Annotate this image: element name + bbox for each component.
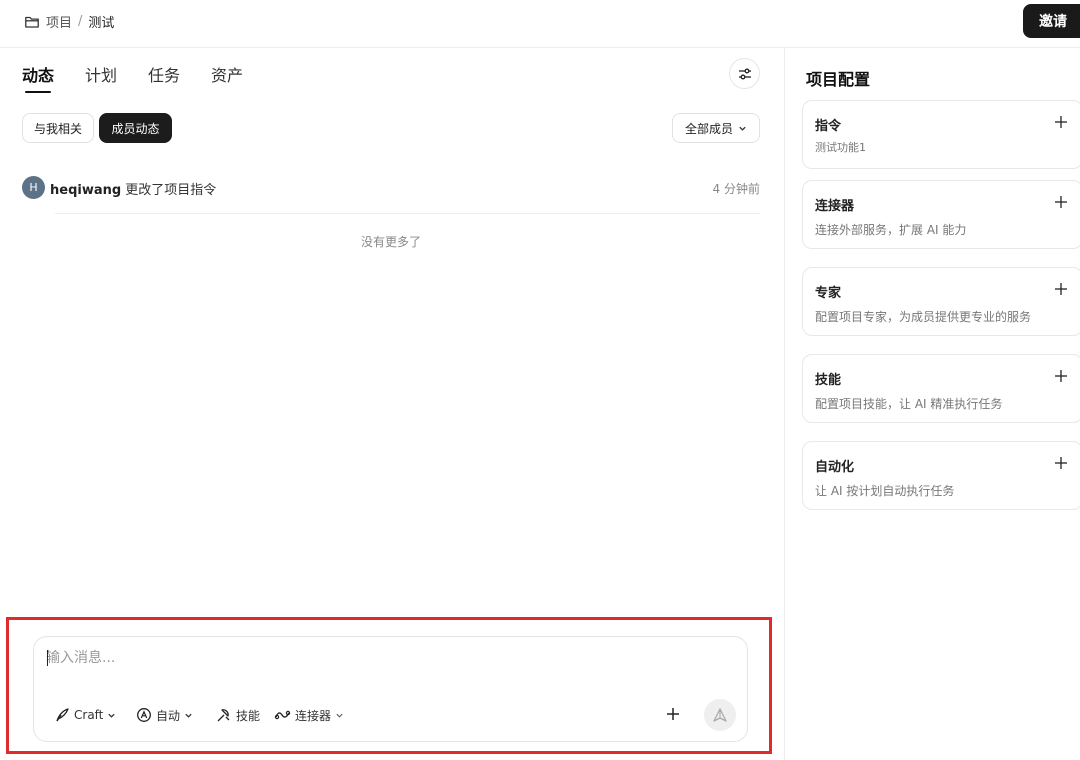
plus-icon[interactable] bbox=[1054, 282, 1068, 296]
card-title: 技能 bbox=[815, 373, 842, 388]
plus-icon[interactable] bbox=[1054, 115, 1068, 129]
tab-assets[interactable]: 资产 bbox=[211, 62, 243, 88]
members-dropdown-label: 全部成员 bbox=[684, 121, 733, 136]
filter-settings-button[interactable] bbox=[729, 58, 760, 89]
card-desc: 连接外部服务，扩展 AI 能力 bbox=[815, 223, 967, 237]
card-desc: 配置项目专家，为成员提供更专业的服务 bbox=[815, 310, 1032, 324]
activity-divider bbox=[55, 213, 760, 214]
top-bar: 项目 / 测试 邀请 bbox=[0, 0, 1080, 48]
connector-selector[interactable]: 连接器 bbox=[274, 706, 344, 724]
activity-text: heqiwang 更改了项目指令 bbox=[50, 179, 216, 198]
config-card-instructions[interactable]: 指令 测试功能1 bbox=[802, 100, 1080, 169]
craft-mode-selector[interactable]: Craft bbox=[54, 706, 116, 724]
breadcrumb-current: 测试 bbox=[88, 16, 115, 31]
card-title: 指令 bbox=[815, 119, 842, 134]
panel-title: 项目配置 bbox=[806, 70, 871, 89]
skill-icon bbox=[217, 709, 230, 722]
message-input[interactable] bbox=[46, 647, 726, 669]
skills-label: 技能 bbox=[236, 708, 261, 723]
filter-related-to-me[interactable]: 与我相关 bbox=[22, 113, 94, 143]
invite-button[interactable]: 邀请 bbox=[1023, 4, 1080, 38]
config-card-experts[interactable]: 专家 配置项目专家，为成员提供更专业的服务 bbox=[802, 267, 1080, 336]
connector-icon bbox=[274, 710, 291, 720]
plus-icon[interactable] bbox=[1054, 369, 1068, 383]
config-card-automation[interactable]: 自动化 让 AI 按计划自动执行任务 bbox=[802, 441, 1080, 510]
activity-time: 4 分钟前 bbox=[712, 182, 760, 196]
config-card-skills[interactable]: 技能 配置项目技能，让 AI 精准执行任务 bbox=[802, 354, 1080, 423]
tab-plan[interactable]: 计划 bbox=[85, 62, 117, 88]
send-button[interactable] bbox=[704, 699, 736, 731]
auto-mode-selector[interactable]: 自动 bbox=[136, 706, 193, 724]
activity-action: 更改了项目指令 bbox=[125, 183, 217, 198]
no-more-text: 没有更多了 bbox=[360, 235, 421, 249]
auto-label: 自动 bbox=[156, 708, 181, 723]
card-title: 连接器 bbox=[815, 199, 855, 214]
activity-item: H heqiwang 更改了项目指令 4 分钟前 bbox=[22, 176, 760, 200]
plus-icon bbox=[667, 708, 679, 720]
plus-icon[interactable] bbox=[1054, 195, 1068, 209]
filter-member-activity[interactable]: 成员动态 bbox=[99, 113, 172, 143]
breadcrumb-separator: / bbox=[78, 14, 83, 29]
activity-user: heqiwang bbox=[50, 183, 122, 198]
breadcrumb: 项目 / 测试 bbox=[24, 12, 114, 31]
activity-tabs: 动态 计划 任务 资产 bbox=[22, 62, 274, 93]
tab-activity[interactable]: 动态 bbox=[22, 62, 54, 93]
chevron-down-icon bbox=[108, 713, 116, 718]
message-composer: Craft 自动 技能 连接器 bbox=[33, 636, 748, 742]
send-icon bbox=[713, 708, 727, 722]
folder-icon bbox=[25, 16, 39, 28]
avatar: H bbox=[22, 176, 45, 199]
project-config-panel: 项目配置 指令 测试功能1 连接器 连接外部服务，扩展 AI 能力 专家 配置项… bbox=[784, 48, 1080, 760]
card-title: 自动化 bbox=[815, 460, 855, 475]
craft-icon bbox=[56, 708, 69, 722]
skills-button[interactable]: 技能 bbox=[216, 706, 260, 724]
craft-label: Craft bbox=[74, 708, 104, 722]
chevron-down-icon bbox=[185, 713, 192, 718]
breadcrumb-project[interactable]: 项目 bbox=[46, 12, 72, 31]
add-attachment-button[interactable] bbox=[662, 703, 684, 725]
connector-label: 连接器 bbox=[295, 708, 332, 723]
card-title: 专家 bbox=[815, 286, 842, 301]
auto-icon bbox=[137, 708, 151, 722]
sliders-icon bbox=[738, 68, 751, 79]
tab-tasks[interactable]: 任务 bbox=[148, 62, 180, 88]
chevron-down-icon bbox=[739, 126, 746, 131]
text-caret bbox=[47, 650, 48, 666]
plus-icon[interactable] bbox=[1054, 456, 1068, 470]
card-desc: 测试功能1 bbox=[815, 141, 866, 154]
members-dropdown[interactable]: 全部成员 bbox=[672, 113, 760, 143]
card-desc: 让 AI 按计划自动执行任务 bbox=[815, 484, 955, 498]
config-card-connectors[interactable]: 连接器 连接外部服务，扩展 AI 能力 bbox=[802, 180, 1080, 249]
card-desc: 配置项目技能，让 AI 精准执行任务 bbox=[815, 397, 1003, 411]
chevron-down-icon bbox=[336, 713, 343, 718]
